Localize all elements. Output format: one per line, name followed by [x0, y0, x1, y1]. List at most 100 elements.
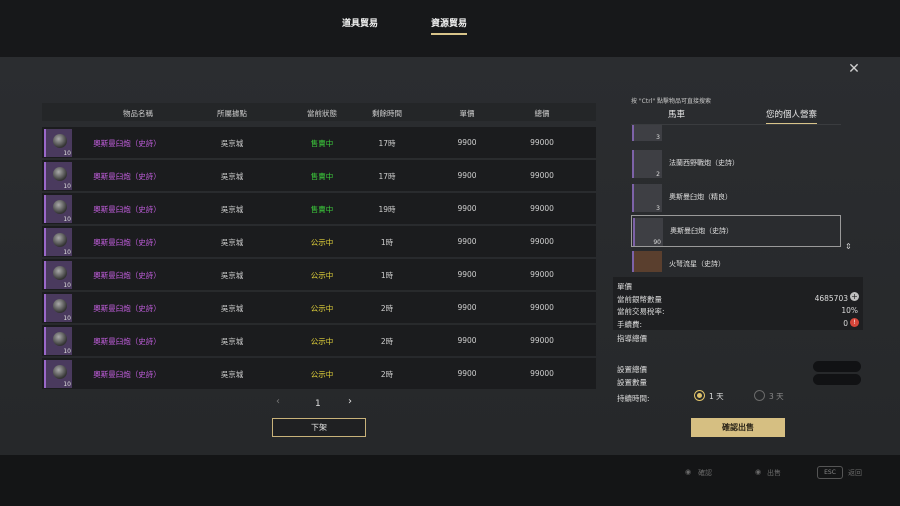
tax-value: 10% [841, 306, 858, 315]
table-row[interactable]: 10 奧斯曼臼炮（史詩） 吳京城 公示中 2時 9900 99000 [42, 325, 596, 356]
item-total: 99000 [530, 237, 554, 246]
silver-value: 4685703 [814, 294, 848, 303]
item-price: 9900 [457, 138, 477, 147]
esc-key[interactable]: ESC [817, 466, 843, 479]
item-status: 公示中 [310, 370, 334, 379]
item-location: 吳京城 [220, 337, 244, 346]
tax-label: 當前交易稅率: [617, 307, 665, 316]
col-header-name: 物品名稱 [123, 109, 153, 118]
footer-bar [0, 455, 900, 506]
item-time: 2時 [380, 370, 394, 379]
close-icon[interactable]: ✕ [848, 62, 860, 76]
mortar-icon: 10 [44, 294, 72, 322]
item-price: 9900 [457, 369, 477, 378]
mortar-icon: 10 [44, 195, 72, 223]
page-number: 1 [315, 399, 321, 409]
item-time: 2時 [380, 304, 394, 313]
list-item-selected[interactable]: 90 奧斯曼臼炮（史詩） [631, 215, 841, 247]
table-row[interactable]: 10 奧斯曼臼炮（史詩） 吳京城 公示中 2時 9900 99000 [42, 292, 596, 323]
delist-button[interactable]: 下架 [272, 418, 366, 437]
item-name: 奧斯曼臼炮（史詩） [93, 370, 161, 379]
item-total: 99000 [530, 138, 554, 147]
warning-icon: ! [850, 318, 859, 327]
footer-confirm-label: 確認 [698, 469, 712, 477]
table-row[interactable]: 10 奧斯曼臼炮（史詩） 吳京城 公示中 2時 9900 99000 [42, 358, 596, 389]
ctrl-hint: 按 "Ctrl" 點擊物品可直接搜索 [631, 98, 712, 105]
mortar-icon: 10 [44, 162, 72, 190]
item-location: 吳京城 [220, 172, 244, 181]
item-location: 吳京城 [220, 139, 244, 148]
table-row[interactable]: 10 奧斯曼臼炮（史詩） 吳京城 售賣中 17時 9900 99000 [42, 160, 596, 191]
item-location: 吳京城 [220, 205, 244, 214]
set-qty-input[interactable] [813, 374, 861, 385]
item-time: 19時 [378, 205, 396, 214]
table-row[interactable]: 10 奧斯曼臼炮（史詩） 吳京城 售賣中 17時 9900 99000 [42, 127, 596, 158]
list-item[interactable]: 火弩流星（史詩） [631, 249, 841, 272]
item-location: 吳京城 [220, 271, 244, 280]
set-total-input[interactable] [813, 361, 861, 372]
item-name: 奧斯曼臼炮（史詩） [93, 337, 161, 346]
item-location: 吳京城 [220, 238, 244, 247]
chevron-left-icon[interactable]: ‹ [276, 396, 280, 407]
silver-label: 當前銀幣數量 [617, 295, 662, 304]
top-bar: 道具貿易 資源貿易 [0, 0, 900, 57]
col-header-status: 當前狀態 [307, 109, 337, 118]
tab-resource-trade[interactable]: 資源貿易 [431, 16, 468, 35]
item-time: 17時 [378, 172, 396, 181]
unit-price-label: 單價 [617, 282, 632, 291]
confirm-sell-button[interactable]: 確認出售 [691, 418, 785, 437]
scroll-handle[interactable]: ⇕ [845, 242, 852, 251]
item-name: 奧斯曼臼炮（史詩） [93, 205, 161, 214]
col-header-time: 剩餘時間 [372, 109, 402, 118]
footer-back-label: 返回 [848, 469, 862, 477]
table-row[interactable]: 10 奧斯曼臼炮（史詩） 吳京城 公示中 1時 9900 99000 [42, 259, 596, 290]
mortar-icon: 10 [44, 327, 72, 355]
rocket-cart-icon [632, 251, 662, 272]
footer-sell-label: 出售 [767, 469, 781, 477]
table-row[interactable]: 10 奧斯曼臼炮（史詩） 吳京城 售賣中 19時 9900 99000 [42, 193, 596, 224]
list-item[interactable]: 3 [631, 125, 841, 143]
item-time: 17時 [378, 139, 396, 148]
tab-item-trade[interactable]: 道具貿易 [342, 16, 378, 33]
list-item[interactable]: 2 法蘭西野戰炮（史詩） [631, 148, 841, 180]
item-location: 吳京城 [220, 370, 244, 379]
item-total: 99000 [530, 204, 554, 213]
item-status: 售賣中 [310, 172, 334, 181]
duration-radio-1day[interactable] [694, 390, 705, 401]
tab-personal-camp[interactable]: 您的個人營寨 [766, 108, 818, 125]
item-status: 公示中 [310, 271, 334, 280]
confirm-key-icon: ◉ [685, 468, 692, 476]
item-price: 9900 [457, 270, 477, 279]
item-status: 公示中 [310, 238, 334, 247]
item-time: 1時 [380, 271, 394, 280]
item-total: 99000 [530, 303, 554, 312]
chevron-right-icon[interactable]: › [348, 396, 352, 407]
mortar-icon: 3 [632, 184, 662, 212]
col-header-price: 單價 [459, 109, 475, 118]
mortar-icon: 10 [44, 228, 72, 256]
item-status: 售賣中 [310, 205, 334, 214]
item-price: 9900 [457, 171, 477, 180]
duration-option-1day: 1 天 [709, 392, 724, 401]
item-name: 奧斯曼臼炮（史詩） [93, 304, 161, 313]
fee-label: 手續費: [617, 320, 643, 329]
tab-carriage[interactable]: 馬車 [668, 108, 685, 123]
set-total-label: 設置總價 [617, 365, 647, 374]
duration-option-3day: 3 天 [769, 392, 784, 401]
item-price: 9900 [457, 204, 477, 213]
mortar-icon: 90 [633, 218, 663, 246]
item-status: 公示中 [310, 304, 334, 313]
table-row[interactable]: 10 奧斯曼臼炮（史詩） 吳京城 公示中 1時 9900 99000 [42, 226, 596, 257]
duration-radio-3day[interactable] [754, 390, 765, 401]
list-item[interactable]: 3 奧斯曼臼炮（精良） [631, 182, 841, 214]
fee-value: 0 [843, 319, 848, 328]
guide-total-label: 指導總價 [617, 334, 647, 343]
add-silver-icon[interactable]: + [850, 292, 859, 301]
item-price: 9900 [457, 303, 477, 312]
item-total: 99000 [530, 270, 554, 279]
item-price: 9900 [457, 336, 477, 345]
inventory-list: 3 2 法蘭西野戰炮（史詩） 3 奧斯曼臼炮（精良） 90 奧斯曼臼炮（史詩） … [631, 124, 841, 272]
item-total: 99000 [530, 369, 554, 378]
duration-label: 持續時間: [617, 394, 650, 403]
item-icon: 3 [632, 125, 662, 141]
